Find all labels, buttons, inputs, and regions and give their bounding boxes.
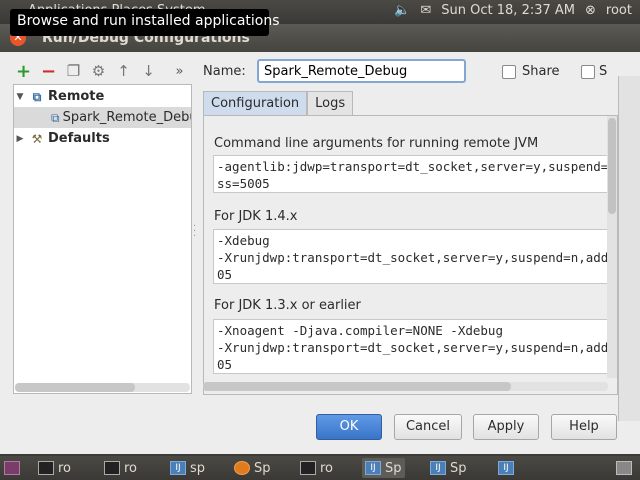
terminal-icon bbox=[38, 461, 54, 475]
intellij-icon: IJ bbox=[430, 461, 446, 475]
panel-right-area: 🔈 ✉ Sun Oct 18, 2:37 AM ⊗ root bbox=[394, 3, 632, 18]
taskbar-item-intellij-3[interactable]: IJ Sp bbox=[430, 458, 467, 478]
jdk14-label: For JDK 1.4.x bbox=[214, 209, 298, 224]
terminal-icon bbox=[300, 461, 316, 475]
configuration-panel: Command line arguments for running remot… bbox=[203, 115, 618, 395]
scrollbar-thumb[interactable] bbox=[608, 118, 616, 214]
taskbar-item-label: ro bbox=[58, 460, 72, 476]
single-label: S bbox=[599, 64, 608, 79]
tab-strip: Configuration Logs bbox=[203, 91, 354, 115]
show-desktop-icon[interactable] bbox=[4, 458, 20, 478]
move-up-icon[interactable]: ↑ bbox=[114, 62, 133, 81]
taskbar-item-intellij-4[interactable]: IJ bbox=[498, 458, 514, 478]
volume-icon[interactable]: 🔈 bbox=[394, 3, 410, 18]
trash-icon[interactable] bbox=[616, 458, 632, 478]
taskbar-item-intellij-2[interactable]: IJ Sp bbox=[362, 458, 405, 478]
run-debug-dialog: ✕ Run/Debug Configurations + − ❐ ⚙ ↑ ↓ »… bbox=[0, 24, 640, 454]
add-icon[interactable]: + bbox=[14, 62, 33, 81]
taskbar-item-label: Sp bbox=[385, 460, 402, 476]
scrollbar-thumb[interactable] bbox=[15, 383, 135, 392]
taskbar-item-label: sp bbox=[190, 460, 206, 476]
remote-icon: ⧉ bbox=[32, 89, 42, 104]
taskbar-item-label: ro bbox=[320, 460, 334, 476]
tree-horizontal-scrollbar[interactable] bbox=[15, 383, 190, 392]
jdk14-field[interactable]: -Xdebug -Xrunjdwp:transport=dt_socket,se… bbox=[213, 229, 608, 284]
tab-logs[interactable]: Logs bbox=[307, 91, 354, 115]
share-label: Share bbox=[522, 64, 560, 79]
share-checkbox[interactable]: Share bbox=[502, 64, 560, 79]
name-input[interactable] bbox=[257, 59, 466, 83]
background-window-edge bbox=[618, 76, 640, 421]
copy-icon[interactable]: ❐ bbox=[64, 62, 83, 81]
expanded-arrow-icon[interactable]: ▼ bbox=[14, 92, 26, 102]
terminal-icon bbox=[104, 461, 120, 475]
taskbar-item-intellij-1[interactable]: IJ sp bbox=[170, 458, 205, 478]
tab-configuration[interactable]: Configuration bbox=[203, 91, 308, 115]
clock[interactable]: Sun Oct 18, 2:37 AM bbox=[441, 3, 575, 18]
taskbar-item-label: Sp bbox=[254, 460, 271, 476]
jdk13-field[interactable]: -Xnoagent -Djava.compiler=NONE -Xdebug -… bbox=[213, 319, 608, 374]
panel-vertical-scrollbar[interactable] bbox=[607, 116, 617, 378]
move-down-icon[interactable]: ↓ bbox=[139, 62, 158, 81]
taskbar-item-terminal-2[interactable]: ro bbox=[104, 458, 137, 478]
tree-item-defaults[interactable]: ▶ ⚒ Defaults bbox=[14, 128, 191, 149]
wrench-icon[interactable]: ⚙ bbox=[89, 62, 108, 81]
defaults-wrench-icon: ⚒ bbox=[31, 131, 43, 146]
collapsed-arrow-icon[interactable]: ▶ bbox=[14, 134, 26, 144]
panel-horizontal-scrollbar[interactable] bbox=[203, 382, 608, 391]
config-tree: ▼ ⧉ Remote ⧉ Spark_Remote_Debug ▶ ⚒ Defa… bbox=[13, 84, 192, 394]
apply-button[interactable]: Apply bbox=[473, 414, 539, 440]
tooltip: Browse and run installed applications bbox=[10, 9, 280, 36]
bottom-taskbar: ro ro IJ sp Sp ro IJ Sp IJ Sp IJ bbox=[0, 456, 640, 480]
cmd-args-label: Command line arguments for running remot… bbox=[214, 136, 539, 151]
taskbar-item-firefox[interactable]: Sp bbox=[234, 458, 271, 478]
tree-item-label: Defaults bbox=[48, 131, 110, 146]
mail-icon[interactable]: ✉ bbox=[420, 3, 431, 18]
intellij-icon: IJ bbox=[365, 461, 381, 475]
single-checkbox-box[interactable] bbox=[581, 64, 595, 79]
tree-item-spark-remote-debug[interactable]: ⧉ Spark_Remote_Debug bbox=[14, 107, 191, 128]
taskbar-item-terminal-1[interactable]: ro bbox=[38, 458, 71, 478]
name-label: Name: bbox=[203, 64, 246, 79]
scrollbar-thumb[interactable] bbox=[203, 382, 511, 391]
more-icon[interactable]: » bbox=[170, 62, 189, 81]
taskbar-item-label: Sp bbox=[450, 460, 467, 476]
tree-item-label: Remote bbox=[48, 89, 105, 104]
tree-toolbar: + − ❐ ⚙ ↑ ↓ » bbox=[14, 62, 189, 81]
remote-config-icon: ⧉ bbox=[51, 110, 60, 125]
user-icon: ⊗ bbox=[585, 3, 596, 18]
taskbar-item-label: ro bbox=[124, 460, 138, 476]
remove-icon[interactable]: − bbox=[39, 62, 58, 81]
share-checkbox-box[interactable] bbox=[502, 64, 516, 79]
intellij-icon: IJ bbox=[170, 461, 186, 475]
user-name[interactable]: root bbox=[606, 3, 632, 18]
splitter-handle[interactable]: · · · bbox=[193, 222, 196, 242]
tree-item-remote[interactable]: ▼ ⧉ Remote bbox=[14, 86, 191, 107]
tree-item-label: Spark_Remote_Debug bbox=[62, 110, 191, 125]
cmd-args-field[interactable]: -agentlib:jdwp=transport=dt_socket,serve… bbox=[213, 155, 608, 193]
help-button[interactable]: Help bbox=[551, 414, 617, 440]
ok-button[interactable]: OK bbox=[316, 414, 382, 440]
cancel-button[interactable]: Cancel bbox=[394, 414, 462, 440]
intellij-icon: IJ bbox=[498, 461, 514, 475]
firefox-icon bbox=[234, 461, 250, 475]
jdk13-label: For JDK 1.3.x or earlier bbox=[214, 298, 361, 313]
single-instance-checkbox[interactable]: S bbox=[581, 64, 607, 79]
taskbar-item-terminal-3[interactable]: ro bbox=[300, 458, 333, 478]
